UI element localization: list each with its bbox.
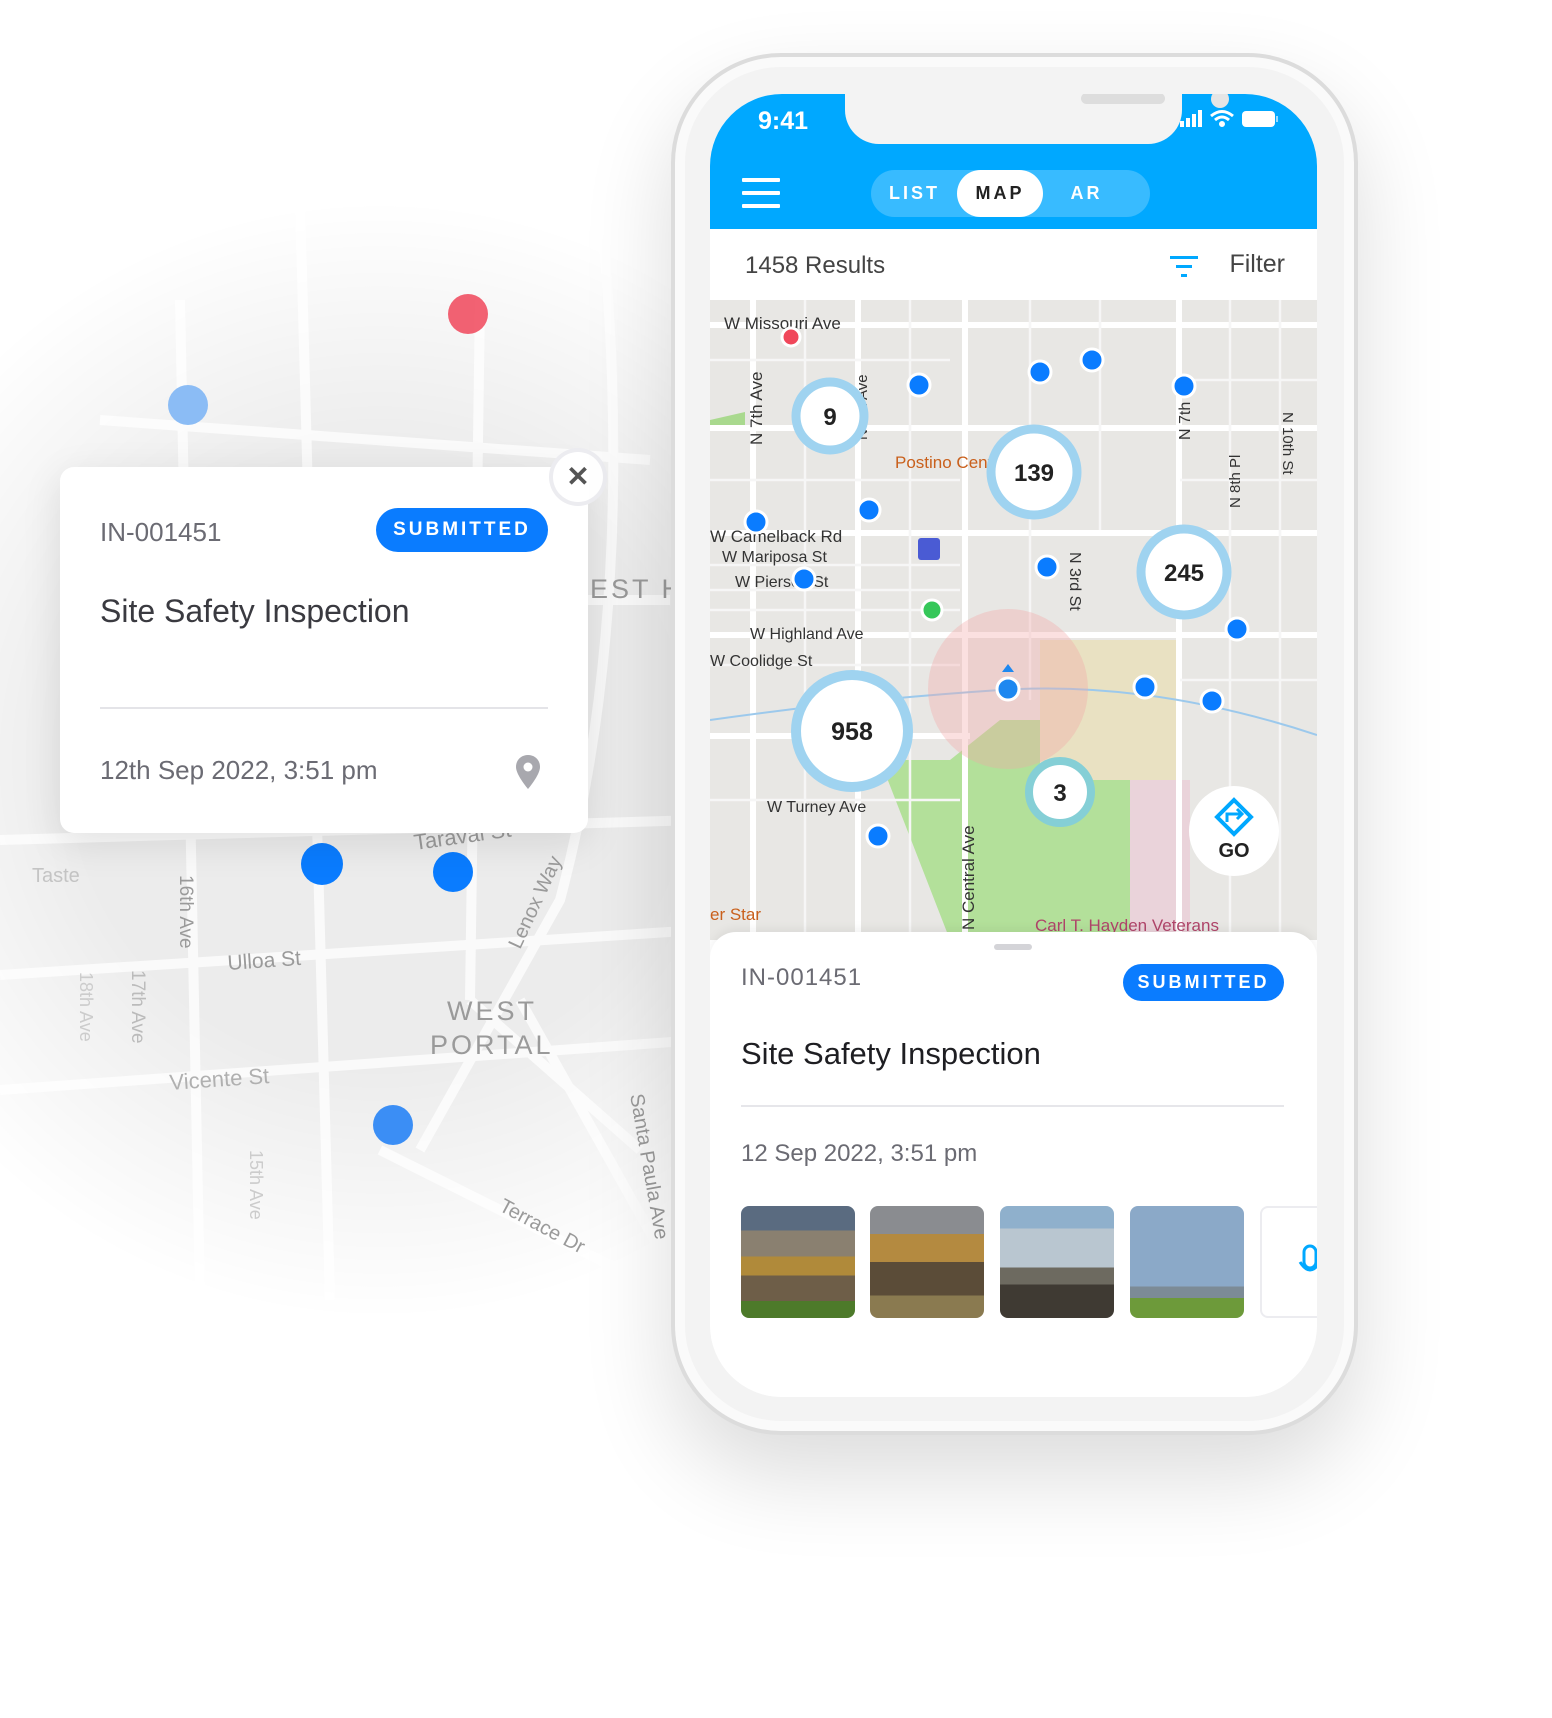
map-label: Taste xyxy=(32,865,80,887)
map-label: 15th Ave xyxy=(246,1150,266,1220)
map-marker[interactable] xyxy=(433,852,473,892)
poi-label: Postino Cent xyxy=(895,453,993,472)
view-switcher: LIST MAP AR xyxy=(871,170,1150,217)
battery-icon xyxy=(1242,111,1278,127)
street-label: N 8th Pl xyxy=(1227,455,1244,508)
audio-attachment[interactable] xyxy=(1260,1206,1317,1318)
alert-marker[interactable] xyxy=(780,326,802,348)
tab-map[interactable]: MAP xyxy=(957,170,1043,217)
cluster-marker[interactable]: 958 xyxy=(791,670,913,792)
map-marker[interactable] xyxy=(1132,674,1158,700)
inspection-id: IN-001451 xyxy=(100,517,222,547)
filter-icon[interactable] xyxy=(1170,256,1200,278)
results-count: 1458 Results xyxy=(745,252,886,279)
cluster-marker[interactable]: 3 xyxy=(1025,757,1095,827)
map-marker[interactable] xyxy=(865,823,891,849)
map-label: 17th Ave xyxy=(127,970,148,1044)
inspection-title: Site Safety Inspection xyxy=(100,593,410,629)
signal-icon xyxy=(1180,110,1202,127)
map-marker[interactable] xyxy=(1034,554,1060,580)
app-header: 9:41 LIST MAP AR xyxy=(710,94,1317,229)
street-label: W Highland Ave xyxy=(750,626,864,643)
poi-label: er Star xyxy=(710,905,761,924)
current-location-marker xyxy=(995,676,1021,702)
transit-icon xyxy=(918,538,940,560)
map-marker[interactable] xyxy=(743,509,769,535)
map-marker[interactable] xyxy=(168,385,208,425)
phone-screen: 9:41 LIST MAP AR 1458 Results Filter W M… xyxy=(710,94,1317,1397)
map-marker[interactable] xyxy=(1224,616,1250,642)
street-label: W Camelback Rd xyxy=(710,527,842,546)
status-time: 9:41 xyxy=(758,107,809,135)
cluster-marker[interactable]: 9 xyxy=(791,377,869,455)
street-label: N 7th Ave xyxy=(747,372,766,445)
street-label: W Turney Ave xyxy=(767,799,866,816)
street-label: N Central Ave xyxy=(959,825,978,930)
notch xyxy=(845,94,1229,144)
inspection-bottom-sheet[interactable]: IN-001451 SUBMITTED Site Safety Inspecti… xyxy=(710,932,1317,1397)
photo-thumbnail[interactable] xyxy=(1000,1206,1114,1318)
photo-thumbnail[interactable] xyxy=(870,1206,984,1318)
ok-marker[interactable] xyxy=(920,598,944,622)
svg-text:139: 139 xyxy=(1014,460,1054,487)
alert-marker[interactable] xyxy=(448,294,488,334)
drag-handle[interactable] xyxy=(994,944,1032,950)
svg-text:245: 245 xyxy=(1164,560,1204,587)
map-marker[interactable] xyxy=(1027,359,1053,385)
inspection-date: 12 Sep 2022, 3:51 pm xyxy=(741,1140,978,1167)
map-marker[interactable] xyxy=(1079,347,1105,373)
inspection-popup-card[interactable]: IN-001451 SUBMITTED Site Safety Inspecti… xyxy=(60,467,588,833)
street-label: N 3rd St xyxy=(1066,552,1083,611)
street-label: W Missouri Ave xyxy=(724,314,841,333)
inspection-date: 12th Sep 2022, 3:51 pm xyxy=(100,755,378,785)
divider xyxy=(741,1105,1284,1107)
map-marker[interactable] xyxy=(1171,373,1197,399)
map-label: 18th Ave xyxy=(76,972,96,1042)
cluster-marker[interactable]: 245 xyxy=(1136,524,1232,620)
photo-thumbnail[interactable] xyxy=(741,1206,855,1318)
map-label: WEST xyxy=(447,996,537,1026)
svg-text:958: 958 xyxy=(831,718,873,746)
map-marker[interactable] xyxy=(906,372,932,398)
street-label: W Coolidge St xyxy=(710,653,813,670)
status-badge: SUBMITTED xyxy=(1123,964,1284,1001)
svg-text:GO: GO xyxy=(1218,840,1249,862)
wifi-icon xyxy=(1210,110,1234,127)
tab-list[interactable]: LIST xyxy=(871,170,958,217)
tab-ar[interactable]: AR xyxy=(1043,170,1130,217)
map-marker[interactable] xyxy=(373,1105,413,1145)
map-marker[interactable] xyxy=(791,566,817,592)
svg-text:9: 9 xyxy=(823,404,836,431)
hamburger-menu-icon[interactable] xyxy=(742,178,780,217)
photo-thumbnail[interactable] xyxy=(1130,1206,1244,1318)
inspection-id: IN-001451 xyxy=(741,964,863,991)
filter-button[interactable]: Filter xyxy=(1229,250,1285,279)
svg-text:3: 3 xyxy=(1053,780,1066,807)
status-icons xyxy=(1180,110,1278,127)
divider xyxy=(100,707,548,709)
map-label: PORTAL xyxy=(430,1030,554,1060)
street-label: W Mariposa St xyxy=(722,549,827,566)
status-badge: SUBMITTED xyxy=(376,508,548,552)
close-button[interactable]: ✕ xyxy=(553,452,603,502)
map-marker[interactable] xyxy=(856,497,882,523)
map-marker-selected[interactable] xyxy=(301,843,343,885)
results-bar: 1458 Results Filter xyxy=(710,229,1317,300)
map-label: 16th Ave xyxy=(175,875,196,949)
cluster-marker[interactable]: 139 xyxy=(986,424,1082,520)
inspection-title: Site Safety Inspection xyxy=(741,1036,1041,1071)
microphone-icon xyxy=(1298,1244,1317,1272)
map-label: EST H xyxy=(590,574,684,604)
map-pin-icon[interactable] xyxy=(516,755,540,789)
street-label: N 10th St xyxy=(1279,412,1296,475)
go-button[interactable]: GO xyxy=(1189,786,1279,876)
map-marker[interactable] xyxy=(1199,688,1225,714)
map-view[interactable]: W Missouri Ave N 7th Ave N 3rd Ave Posti… xyxy=(710,300,1317,940)
close-icon: ✕ xyxy=(566,461,590,492)
